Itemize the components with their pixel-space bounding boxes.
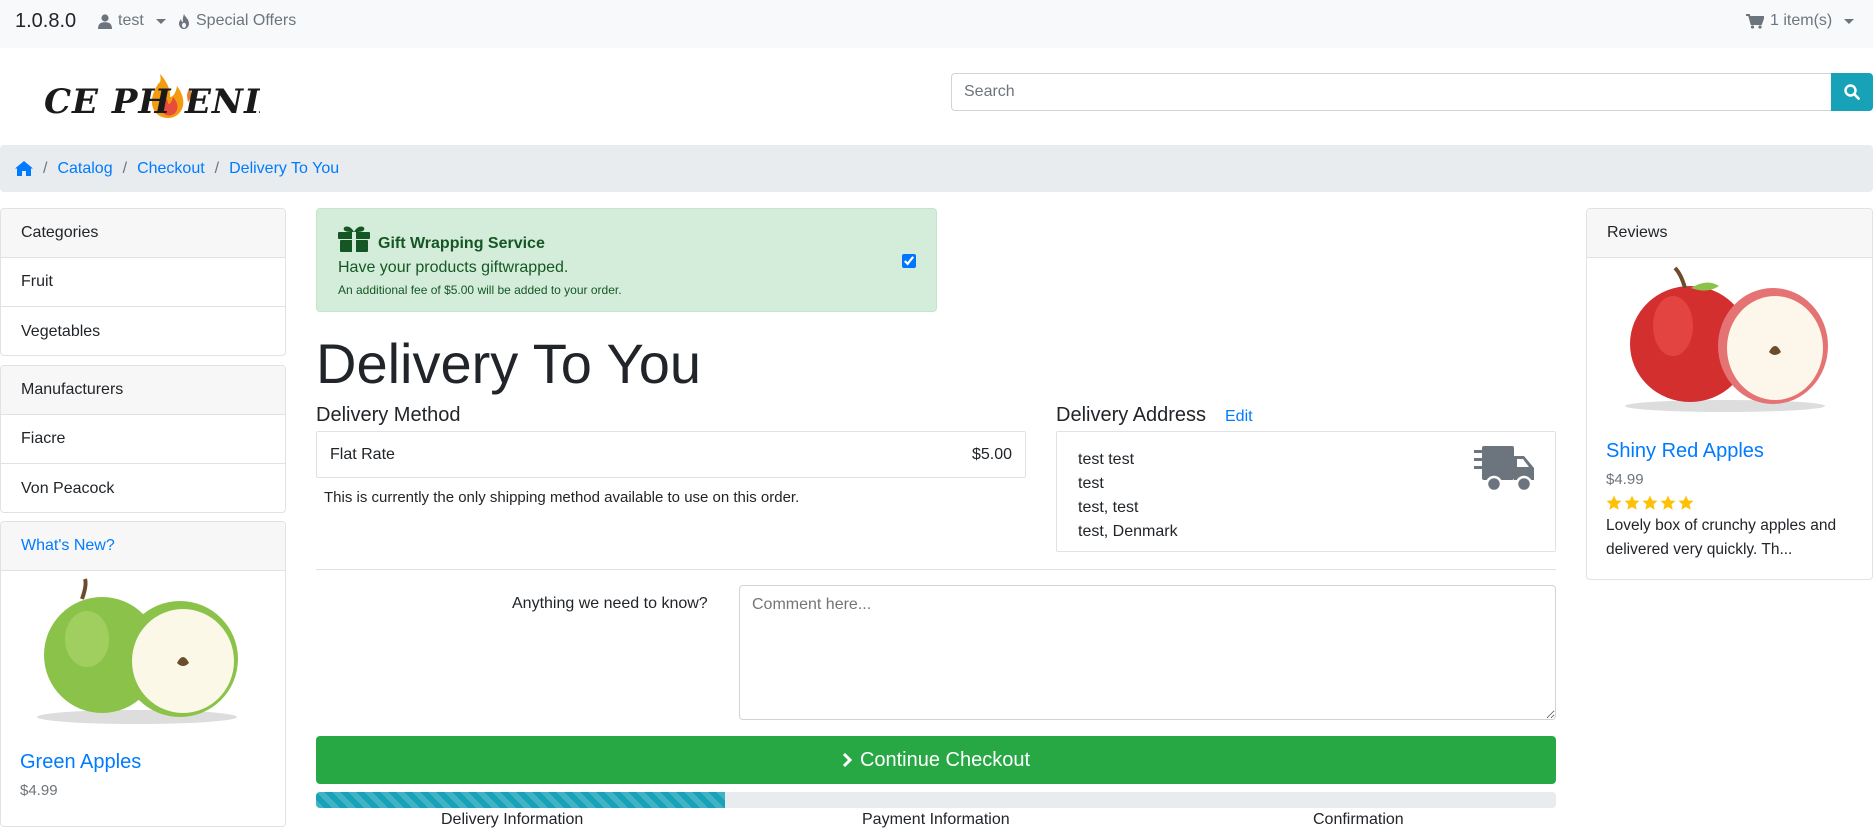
cart-dropdown[interactable]: 1 item(s) [1746, 12, 1855, 30]
red-apples-price: $4.99 [1606, 471, 1644, 488]
store-logo[interactable]: CE PH ENIX [40, 66, 288, 128]
step-delivery-information: Delivery Information [441, 811, 584, 828]
manufacturer-fiacre[interactable]: Fiacre [1, 415, 285, 464]
gift-wrap-fee-note: An additional fee of $5.00 will be added… [338, 283, 622, 297]
shipping-truck-icon [1474, 446, 1534, 493]
chevron-down-icon [155, 18, 166, 24]
special-offers-link[interactable]: Special Offers [178, 12, 296, 30]
fire-icon [179, 13, 189, 29]
manufacturers-card: Manufacturers Fiacre Von Peacock [0, 365, 286, 513]
manufacturer-von-peacock[interactable]: Von Peacock [1, 464, 285, 512]
account-label: test [118, 12, 144, 29]
delivery-address-title: Delivery Address [1056, 404, 1207, 426]
breadcrumb-separator: / [122, 159, 128, 177]
category-fruit[interactable]: Fruit [1, 258, 285, 307]
page-title: Delivery To You [316, 332, 701, 395]
section-divider [316, 569, 1556, 570]
address-line: test, test [1078, 499, 1139, 516]
chevron-right-icon [842, 753, 852, 767]
delivery-address-box: test test test test, test test, Denmark [1056, 431, 1556, 552]
category-vegetables[interactable]: Vegetables [1, 307, 285, 355]
breadcrumb: / Catalog / Checkout / Delivery To You [0, 145, 1873, 192]
edit-address-link[interactable]: Edit [1225, 408, 1253, 426]
red-apples-link[interactable]: Shiny Red Apples [1606, 440, 1764, 463]
breadcrumb-delivery[interactable]: Delivery To You [229, 160, 339, 178]
gift-wrap-checkbox[interactable] [902, 254, 916, 268]
reviews-card: Reviews Shiny Red Apples $4.99 Lovely bo… [1586, 208, 1873, 580]
whats-new-card: What's New? Green Apples $4.99 [0, 521, 286, 827]
top-navbar: 1.0.8.0 test Special Offers 1 item(s) [0, 0, 1873, 48]
whats-new-header[interactable]: What's New? [1, 522, 285, 571]
delivery-method-title: Delivery Method [316, 404, 461, 426]
star-icon [1606, 495, 1622, 510]
address-line: test, Denmark [1078, 523, 1178, 540]
svg-text:CE PH: CE PH [44, 82, 172, 122]
gift-wrap-title: Gift Wrapping Service [378, 235, 545, 252]
account-dropdown[interactable]: test [98, 12, 166, 30]
star-icon [1624, 495, 1640, 510]
cart-label: 1 item(s) [1770, 12, 1833, 29]
method-price: $5.00 [971, 446, 1012, 463]
version-label: 1.0.8.0 [15, 10, 77, 32]
home-icon[interactable] [15, 161, 33, 176]
step-payment-information: Payment Information [862, 811, 1010, 828]
checkout-progress [316, 792, 1556, 808]
method-name: Flat Rate [330, 446, 395, 463]
search-icon [1844, 84, 1860, 100]
step-confirmation: Confirmation [1313, 811, 1404, 828]
chevron-down-icon [1844, 18, 1855, 24]
continue-checkout-label: Continue Checkout [859, 748, 1031, 771]
star-icon [1678, 495, 1694, 510]
gift-wrap-alert: Gift Wrapping Service Have your products… [316, 208, 937, 312]
reviews-header: Reviews [1587, 209, 1872, 258]
address-line: test test [1078, 451, 1135, 468]
green-apples-price: $4.99 [20, 782, 58, 799]
breadcrumb-checkout[interactable]: Checkout [137, 160, 205, 178]
gift-wrap-description: Have your products giftwrapped. [338, 259, 569, 276]
breadcrumb-catalog[interactable]: Catalog [57, 160, 112, 178]
svg-text:ENIX: ENIX [184, 82, 260, 122]
red-apples-image[interactable] [1615, 264, 1835, 419]
star-icon [1660, 495, 1676, 510]
address-line: test [1078, 475, 1104, 492]
delivery-method-option[interactable]: Flat Rate $5.00 [316, 431, 1026, 478]
user-icon [98, 13, 112, 29]
categories-card: Categories Fruit Vegetables [0, 208, 286, 356]
green-apples-image[interactable] [27, 577, 247, 732]
categories-header: Categories [1, 209, 285, 258]
search-input[interactable] [951, 73, 1831, 111]
search-form [951, 73, 1873, 111]
gift-icon [338, 226, 370, 252]
green-apples-link[interactable]: Green Apples [20, 751, 141, 774]
review-rating [1606, 495, 1694, 511]
breadcrumb-separator: / [214, 159, 220, 177]
review-text: Lovely box of crunchy apples and deliver… [1606, 517, 1837, 558]
method-note: This is currently the only shipping meth… [324, 489, 800, 506]
comment-label: Anything we need to know? [512, 595, 708, 612]
breadcrumb-separator: / [43, 159, 48, 177]
manufacturers-header: Manufacturers [1, 366, 285, 415]
special-offers-label: Special Offers [196, 12, 297, 29]
shopping-cart-icon [1746, 13, 1764, 29]
comment-textarea[interactable] [739, 585, 1556, 720]
search-button[interactable] [1831, 73, 1873, 111]
checkout-progress-bar [316, 792, 726, 808]
continue-checkout-button[interactable]: Continue Checkout [316, 736, 1556, 784]
star-icon [1642, 495, 1658, 510]
